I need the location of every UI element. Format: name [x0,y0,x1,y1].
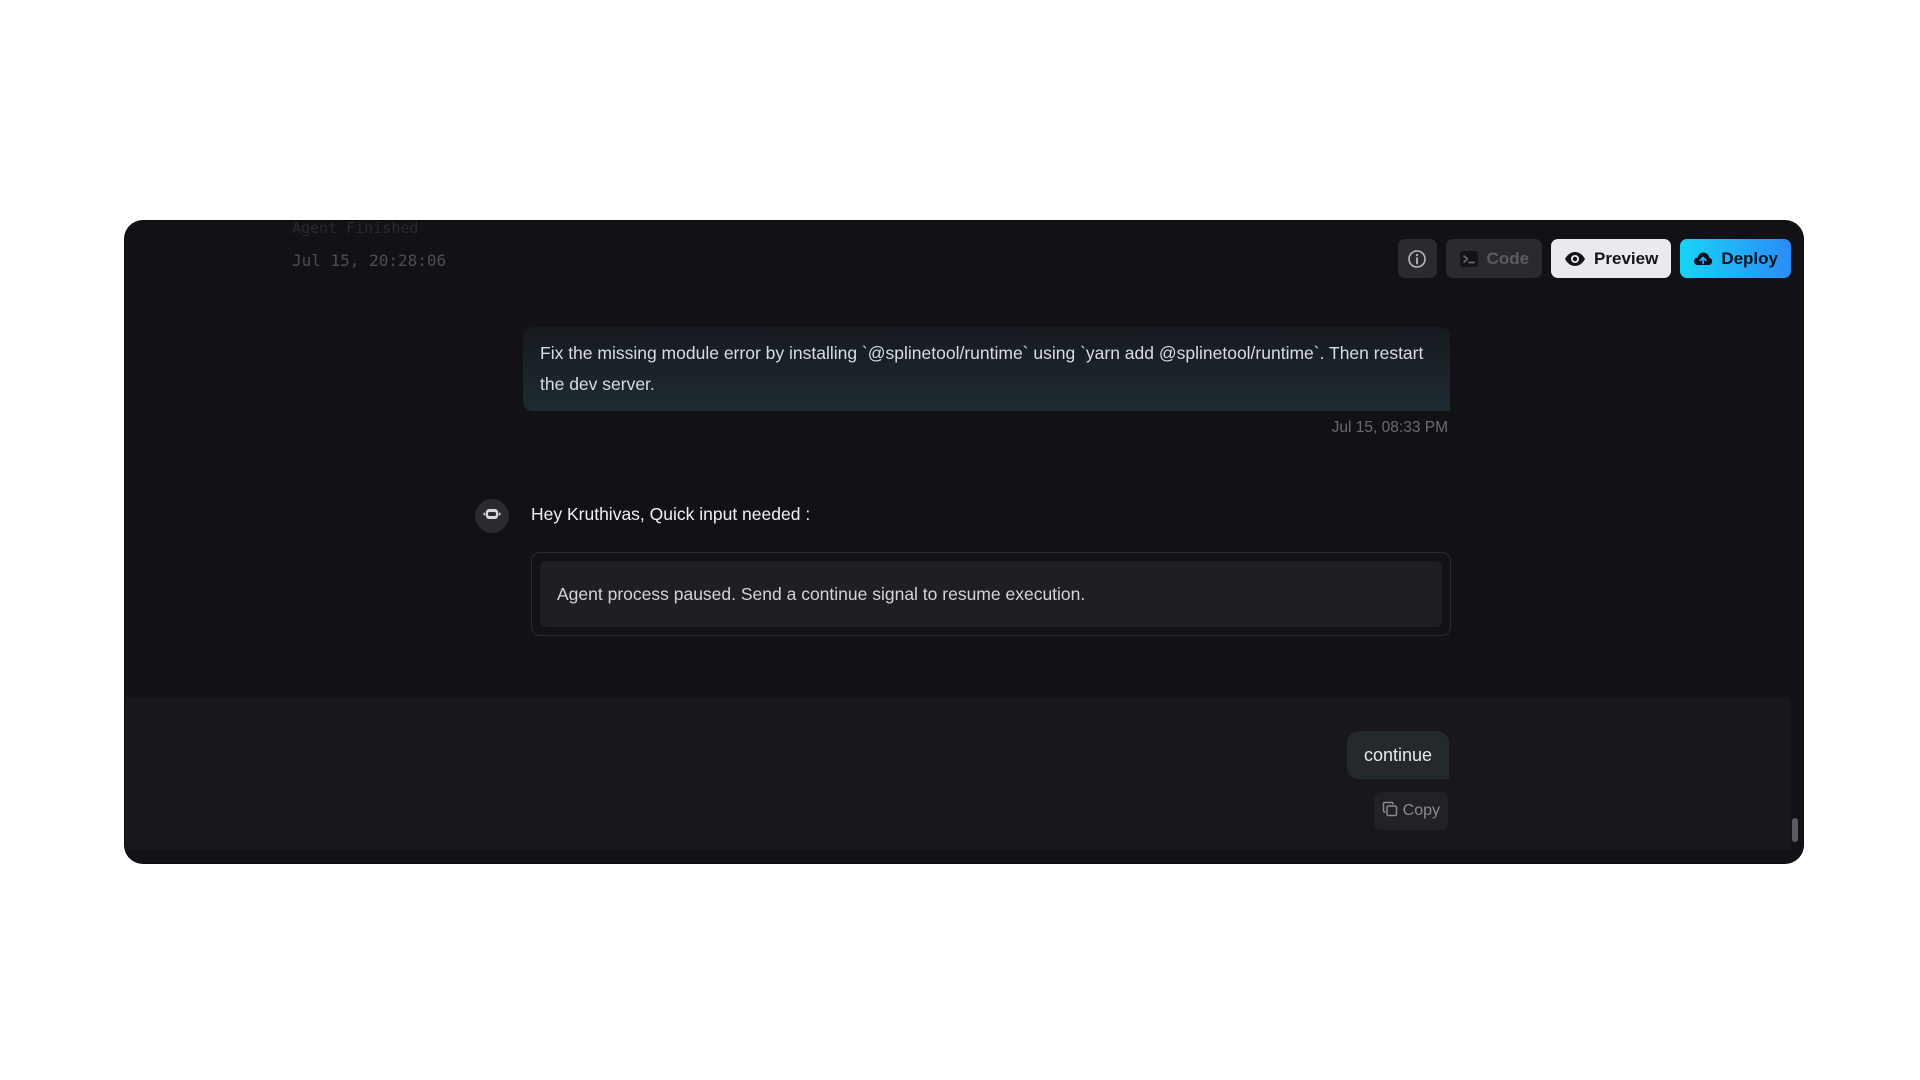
info-button[interactable] [1397,239,1437,278]
preview-button[interactable]: Preview [1551,239,1672,278]
copy-button[interactable]: Copy [1373,792,1448,830]
agent-message-card: Agent process paused. Send a continue si… [531,552,1451,636]
user-message-timestamp: Jul 15, 08:33 PM [1331,419,1448,436]
deploy-button[interactable]: Deploy [1680,239,1791,278]
copy-icon [1382,801,1398,822]
reply-area [125,697,1791,850]
user-message-bubble: Fix the missing module error by installi… [523,327,1450,411]
info-icon [1407,249,1427,269]
agent-message-title: Hey Kruthivas, Quick input needed : [531,504,811,524]
toolbar: Code Preview Deploy [1397,239,1791,278]
agent-avatar [475,499,509,533]
eye-icon [1564,251,1586,267]
scrollbar-thumb[interactable] [1792,818,1798,842]
copy-button-label: Copy [1402,802,1440,819]
agent-message-text: Agent process paused. Send a continue si… [540,561,1442,627]
reply-message-bubble: continue [1346,731,1449,779]
terminal-icon [1459,249,1479,269]
log-timestamp: Jul 15, 20:28:06 [292,251,447,270]
deploy-button-label: Deploy [1721,248,1778,268]
cloud-upload-icon [1693,251,1713,267]
robot-icon [483,507,501,526]
code-button[interactable]: Code [1445,239,1543,278]
log-ghost-text: Agent Finished [292,221,419,237]
chat-window: Agent Finished Jul 15, 20:28:06 Code Pre… [125,221,1803,863]
code-button-label: Code [1486,248,1530,268]
preview-button-label: Preview [1594,248,1659,268]
